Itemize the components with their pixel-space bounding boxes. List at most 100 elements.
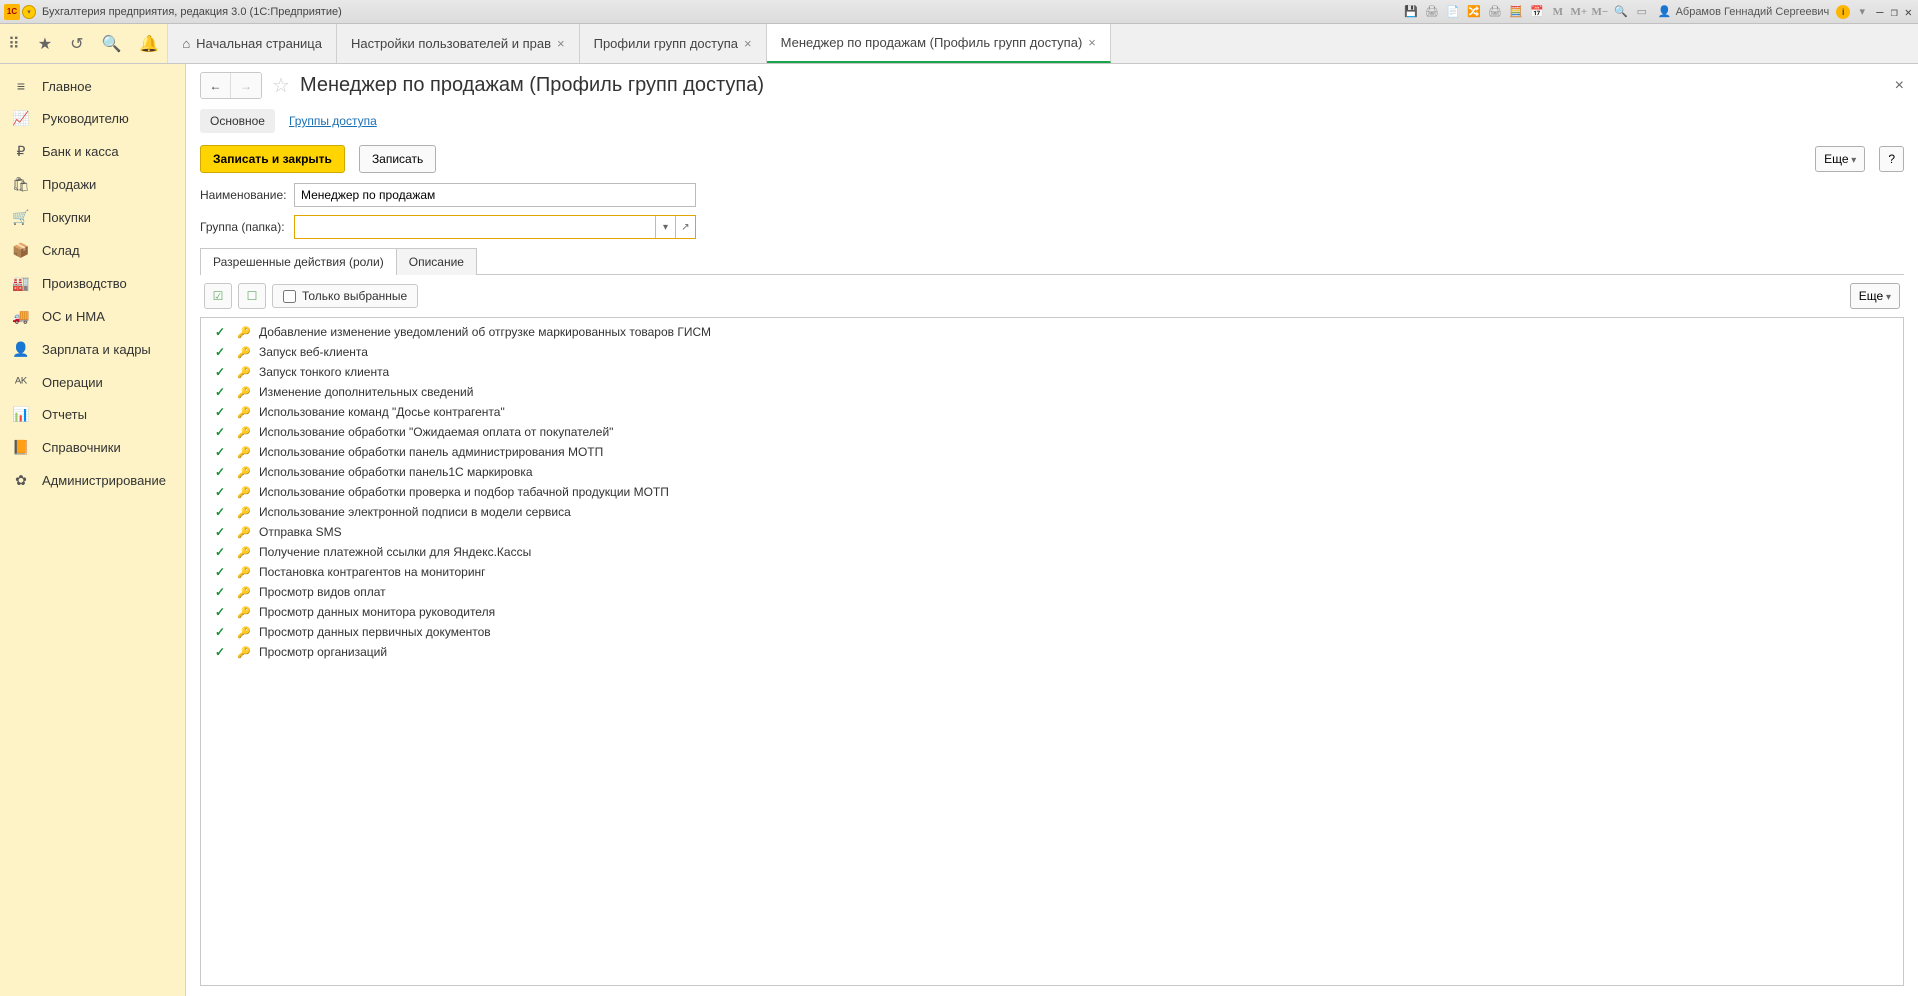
inner-tab-roles[interactable]: Разрешенные действия (роли) [200, 248, 397, 275]
role-label: Просмотр видов оплат [259, 585, 386, 599]
m-plus-icon[interactable]: M+ [1570, 3, 1588, 21]
star-icon[interactable]: ☆ [272, 73, 290, 98]
doc-icon[interactable]: 📄 [1444, 3, 1462, 21]
key-icon: 🔑 [237, 586, 251, 599]
page-title: Менеджер по продажам (Профиль групп дост… [300, 74, 764, 97]
maximize-button[interactable]: ❐ [1889, 5, 1900, 19]
check-all-button[interactable]: ☑ [204, 283, 232, 309]
role-row[interactable]: ✓🔑Запуск веб-клиента [201, 342, 1903, 362]
m-minus-icon[interactable]: M− [1591, 3, 1609, 21]
sidebar-item-6[interactable]: 🏭Производство [0, 267, 185, 300]
window-title: Бухгалтерия предприятия, редакция 3.0 (1… [42, 6, 1402, 18]
tab-sales-manager[interactable]: Менеджер по продажам (Профиль групп дост… [767, 24, 1111, 63]
role-row[interactable]: ✓🔑Использование команд "Досье контрагент… [201, 402, 1903, 422]
group-dropdown-button[interactable]: ▾ [655, 216, 675, 238]
role-row[interactable]: ✓🔑Просмотр данных первичных документов [201, 622, 1903, 642]
sidebar-item-2[interactable]: ₽Банк и касса [0, 135, 185, 168]
role-label: Использование обработки проверка и подбо… [259, 485, 669, 499]
sidebar-label: Производство [42, 276, 127, 291]
subtab-main[interactable]: Основное [200, 109, 275, 133]
role-row[interactable]: ✓🔑Просмотр организаций [201, 642, 1903, 662]
check-icon: ✓ [215, 545, 229, 559]
apps-icon[interactable]: ⠿ [8, 34, 20, 54]
current-user[interactable]: 👤 Абрамов Геннадий Сергеевич [1654, 5, 1833, 18]
role-row[interactable]: ✓🔑Использование обработки проверка и под… [201, 482, 1903, 502]
role-row[interactable]: ✓🔑Использование электронной подписи в мо… [201, 502, 1903, 522]
role-row[interactable]: ✓🔑Добавление изменение уведомлений об от… [201, 322, 1903, 342]
tab-home[interactable]: ⌂ Начальная страница [168, 24, 337, 63]
calendar-icon[interactable]: 📅 [1528, 3, 1546, 21]
role-row[interactable]: ✓🔑Просмотр данных монитора руководителя [201, 602, 1903, 622]
role-row[interactable]: ✓🔑Запуск тонкого клиента [201, 362, 1903, 382]
help-button[interactable]: ? [1879, 146, 1904, 172]
close-icon[interactable]: × [1088, 35, 1096, 50]
sidebar-item-8[interactable]: 👤Зарплата и кадры [0, 333, 185, 366]
roles-more-button[interactable]: Еще [1850, 283, 1900, 309]
bell-icon[interactable]: 🔔 [139, 34, 159, 54]
m-icon[interactable]: M [1549, 3, 1567, 21]
more-button[interactable]: Еще [1815, 146, 1865, 172]
sidebar-item-1[interactable]: 📈Руководителю [0, 102, 185, 135]
role-row[interactable]: ✓🔑Получение платежной ссылки для Яндекс.… [201, 542, 1903, 562]
print2-icon[interactable]: 🖨 [1486, 3, 1504, 21]
role-row[interactable]: ✓🔑Постановка контрагентов на мониторинг [201, 562, 1903, 582]
role-row[interactable]: ✓🔑Использование обработки "Ожидаемая опл… [201, 422, 1903, 442]
nav-buttons: ← → [200, 72, 262, 99]
close-icon[interactable]: × [744, 36, 752, 51]
name-input[interactable] [294, 183, 696, 207]
group-open-button[interactable]: ↗ [675, 216, 695, 238]
tab-access-profiles[interactable]: Профили групп доступа × [580, 24, 767, 63]
history-icon[interactable]: ▾ [1853, 3, 1871, 21]
uncheck-all-button[interactable]: ☐ [238, 283, 266, 309]
sidebar-item-9[interactable]: ᴬᴷОперации [0, 366, 185, 398]
sidebar-item-11[interactable]: 📙Справочники [0, 431, 185, 464]
sidebar-item-12[interactable]: ✿Администрирование [0, 464, 185, 497]
favorite-icon[interactable]: ★ [38, 34, 52, 54]
role-row[interactable]: ✓🔑Изменение дополнительных сведений [201, 382, 1903, 402]
role-row[interactable]: ✓🔑Использование обработки панель админис… [201, 442, 1903, 462]
close-page-button[interactable]: × [1895, 77, 1904, 95]
search-nav-icon[interactable]: 🔍 [101, 34, 121, 54]
check-icon: ✓ [215, 625, 229, 639]
history-nav-icon[interactable]: ↺ [70, 34, 83, 54]
role-row[interactable]: ✓🔑Использование обработки панель1С марки… [201, 462, 1903, 482]
sidebar-item-0[interactable]: ≡Главное [0, 70, 185, 102]
app-menu-dropdown[interactable]: ▾ [22, 5, 36, 19]
minimize-button[interactable]: — [1874, 5, 1885, 19]
sidebar-item-3[interactable]: 🛍Продажи [0, 168, 185, 201]
group-input[interactable] [295, 216, 655, 238]
close-icon[interactable]: × [557, 36, 565, 51]
forward-button[interactable]: → [231, 73, 261, 98]
subtab-groups[interactable]: Группы доступа [279, 109, 387, 133]
sidebar-item-7[interactable]: 🚚ОС и НМА [0, 300, 185, 333]
only-selected-toggle[interactable]: Только выбранные [272, 284, 418, 308]
tab-user-settings[interactable]: Настройки пользователей и прав × [337, 24, 580, 63]
role-row[interactable]: ✓🔑Просмотр видов оплат [201, 582, 1903, 602]
role-label: Использование обработки панель1С маркиро… [259, 465, 533, 479]
save-close-button[interactable]: Записать и закрыть [200, 145, 345, 173]
inner-tab-desc[interactable]: Описание [396, 248, 477, 275]
key-icon: 🔑 [237, 566, 251, 579]
check-icon: ✓ [215, 345, 229, 359]
calc-icon[interactable]: 🧮 [1507, 3, 1525, 21]
sidebar-icon: 📦 [12, 242, 30, 259]
sidebar-item-5[interactable]: 📦Склад [0, 234, 185, 267]
role-label: Использование команд "Досье контрагента" [259, 405, 505, 419]
check-icon: ✓ [215, 505, 229, 519]
info-icon[interactable]: i [1836, 5, 1850, 19]
save-button[interactable]: Записать [359, 145, 436, 173]
windows-icon[interactable]: ▭ [1633, 3, 1651, 21]
sidebar-item-4[interactable]: 🛒Покупки [0, 201, 185, 234]
only-selected-checkbox[interactable] [283, 290, 296, 303]
roles-list[interactable]: ✓🔑Добавление изменение уведомлений об от… [201, 318, 1903, 985]
save-icon[interactable]: 💾 [1402, 3, 1420, 21]
close-window-button[interactable]: ✕ [1903, 5, 1914, 19]
back-button[interactable]: ← [201, 73, 231, 98]
zoom-icon[interactable]: 🔍 [1612, 3, 1630, 21]
sidebar-icon: ᴬᴷ [12, 374, 30, 390]
sidebar-item-10[interactable]: 📊Отчеты [0, 398, 185, 431]
role-row[interactable]: ✓🔑Отправка SMS [201, 522, 1903, 542]
print-icon[interactable]: 🖨 [1423, 3, 1441, 21]
compare-icon[interactable]: 🔀 [1465, 3, 1483, 21]
sidebar-icon: ✿ [12, 472, 30, 489]
